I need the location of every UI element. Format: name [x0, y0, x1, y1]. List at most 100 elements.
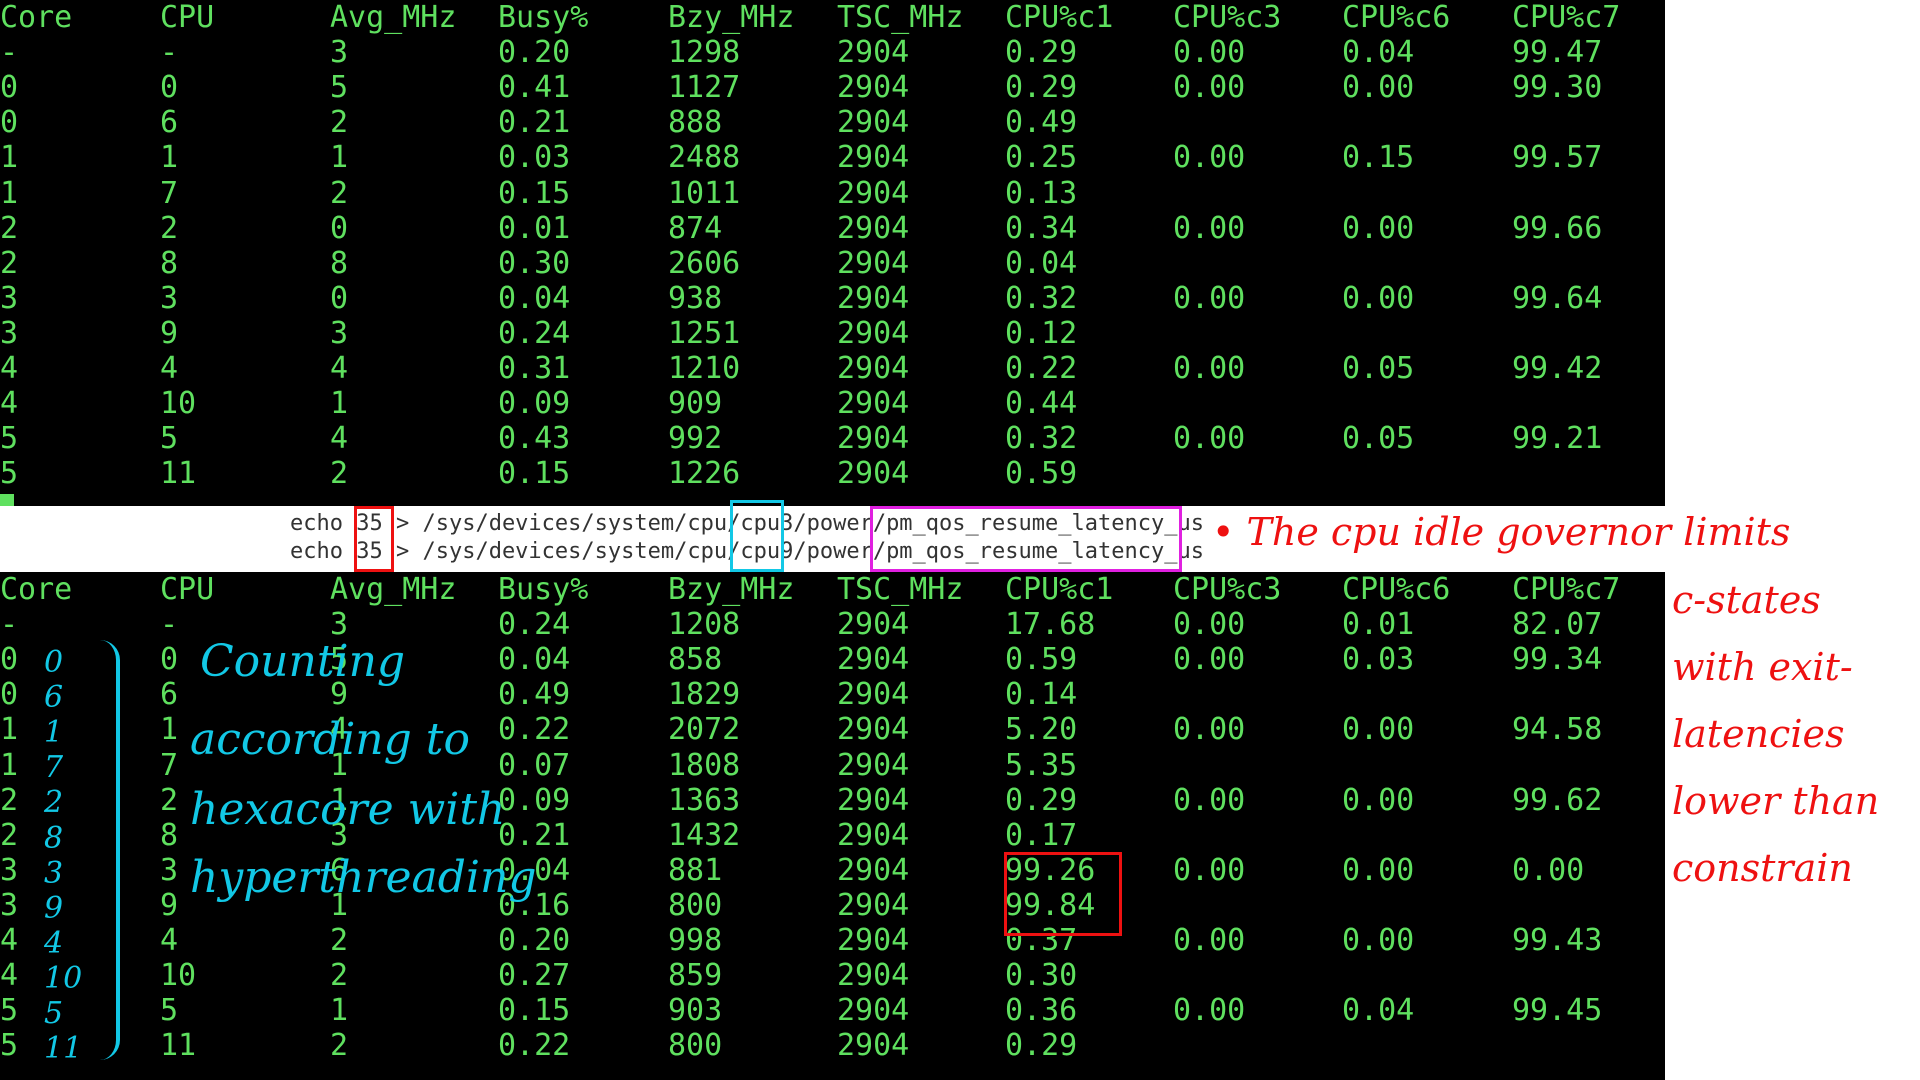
cell-cpu: 1 [160, 712, 179, 748]
cell-cpu: 4 [160, 351, 179, 386]
cell-busy-pct: 0.21 [498, 817, 571, 853]
cell-tsc-mhz: 2904 [837, 712, 910, 748]
cell-cpu: 5 [160, 993, 179, 1029]
annotation-core-number: 10 [44, 960, 83, 996]
cell-core: 5 [0, 421, 19, 457]
cell-busy-pct: 0.15 [498, 993, 571, 1029]
cell-cpu-c6: 0.00 [1342, 782, 1415, 818]
cell-bzy-mhz: 888 [668, 105, 723, 141]
cell-cpu-c6: 0.05 [1342, 421, 1415, 457]
cell-avg-mhz: 4 [330, 351, 349, 386]
cell-bzy-mhz: 1127 [668, 70, 741, 106]
cell-tsc-mhz: 2904 [837, 887, 910, 923]
cell-cpu-c7: 99.64 [1512, 280, 1603, 316]
cell-bzy-mhz: 874 [668, 210, 723, 246]
cell-avg-mhz: 0 [330, 280, 349, 316]
terminal-cursor [0, 494, 14, 506]
cell-tsc-mhz: 2904 [837, 105, 910, 141]
annotation-core-number: 11 [44, 1031, 83, 1067]
cell-cpu-c1: 0.14 [1005, 677, 1078, 713]
cell-cpu-c6: 0.05 [1342, 351, 1415, 386]
cell-cpu-c1: 0.22 [1005, 351, 1078, 386]
cell-cpu-c3: 0.00 [1173, 993, 1246, 1029]
cell-cpu: 2 [160, 782, 179, 818]
cell-cpu-c1: 0.29 [1005, 1028, 1078, 1064]
header-cpu-c6: CPU%c6 [1342, 572, 1451, 607]
cell-cpu-c7: 99.43 [1512, 923, 1603, 958]
cell-tsc-mhz: 2904 [837, 421, 910, 457]
cell-cpu-c7: 99.57 [1512, 140, 1603, 176]
cell-cpu-c7: 99.30 [1512, 70, 1603, 106]
cell-busy-pct: 0.07 [498, 747, 571, 783]
annotation-governor-note: lower than [1672, 779, 1880, 823]
cell-cpu-c1: 17.68 [1005, 607, 1096, 643]
cell-cpu: 6 [160, 105, 179, 141]
header-avg-mhz: Avg_MHz [330, 572, 457, 607]
cell-bzy-mhz: 2606 [668, 245, 741, 281]
cell-cpu-c6: 0.00 [1342, 712, 1415, 748]
cell-tsc-mhz: 2904 [837, 351, 910, 386]
cell-cpu-c3: 0.00 [1173, 351, 1246, 386]
annotation-core-number: 7 [44, 750, 64, 786]
cell-tsc-mhz: 2904 [837, 852, 910, 888]
cell-busy-pct: 0.09 [498, 782, 571, 818]
cell-cpu: 7 [160, 175, 179, 211]
cell-bzy-mhz: 859 [668, 958, 723, 994]
cell-bzy-mhz: 903 [668, 993, 723, 1029]
cell-busy-pct: 0.27 [498, 958, 571, 994]
cell-cpu-c1: 0.13 [1005, 175, 1078, 211]
cell-busy-pct: 0.09 [498, 386, 571, 422]
cell-cpu-c6: 0.15 [1342, 140, 1415, 176]
cell-cpu-c3: 0.00 [1173, 70, 1246, 106]
cell-core: 3 [0, 280, 19, 316]
cell-busy-pct: 0.24 [498, 607, 571, 643]
cell-cpu-c6: 0.03 [1342, 642, 1415, 678]
cell-tsc-mhz: 2904 [837, 245, 910, 281]
cell-busy-pct: 0.20 [498, 923, 571, 958]
cell-busy-pct: 0.04 [498, 642, 571, 678]
cell-busy-pct: 0.30 [498, 245, 571, 281]
cell-cpu-c6: 0.00 [1342, 210, 1415, 246]
cell-tsc-mhz: 2904 [837, 175, 910, 211]
cell-busy-pct: 0.01 [498, 210, 571, 246]
header-core: Core [0, 572, 73, 607]
header-busy-pct: Busy% [498, 0, 589, 35]
header-cpu: CPU [160, 572, 215, 607]
cell-core: 5 [0, 1028, 19, 1064]
c1-highlight-box [1004, 852, 1122, 936]
cell-avg-mhz: 2 [330, 923, 349, 958]
cell-core: 2 [0, 817, 19, 853]
cell-busy-pct: 0.21 [498, 105, 571, 141]
cell-cpu-c6: 0.00 [1342, 923, 1415, 958]
cell-cpu-c3: 0.00 [1173, 421, 1246, 457]
annotation-counting-note: hexacore with [190, 784, 506, 835]
annotation-governor-note: constrain [1672, 846, 1853, 890]
cell-cpu-c7: 99.34 [1512, 642, 1603, 678]
annotation-core-number: 8 [44, 820, 64, 856]
cell-avg-mhz: 8 [330, 245, 349, 281]
annotation-core-number: 1 [44, 715, 64, 751]
cell-busy-pct: 0.22 [498, 1028, 571, 1064]
cell-cpu-c3: 0.00 [1173, 642, 1246, 678]
cell-avg-mhz: 1 [330, 386, 349, 422]
cell-cpu-c3: 0.00 [1173, 607, 1246, 643]
cell-bzy-mhz: 1808 [668, 747, 741, 783]
cell-cpu: 9 [160, 315, 179, 351]
cell-tsc-mhz: 2904 [837, 280, 910, 316]
cell-cpu: 8 [160, 817, 179, 853]
cell-core: 2 [0, 210, 19, 246]
cell-busy-pct: 0.22 [498, 712, 571, 748]
cell-busy-pct: 0.03 [498, 140, 571, 176]
header-cpu-c1: CPU%c1 [1005, 572, 1114, 607]
cell-bzy-mhz: 1226 [668, 456, 741, 492]
annotation-governor-note: • The cpu idle governor limits [1212, 510, 1791, 554]
annotation-counting-note: according to [190, 714, 470, 765]
cell-cpu: 0 [160, 642, 179, 678]
cell-busy-pct: 0.43 [498, 421, 571, 457]
cell-bzy-mhz: 2072 [668, 712, 741, 748]
cell-tsc-mhz: 2904 [837, 677, 910, 713]
header-bzy-mhz: Bzy_MHz [668, 0, 795, 35]
cell-tsc-mhz: 2904 [837, 210, 910, 246]
cell-core: 3 [0, 315, 19, 351]
cell-cpu: - [160, 607, 179, 643]
